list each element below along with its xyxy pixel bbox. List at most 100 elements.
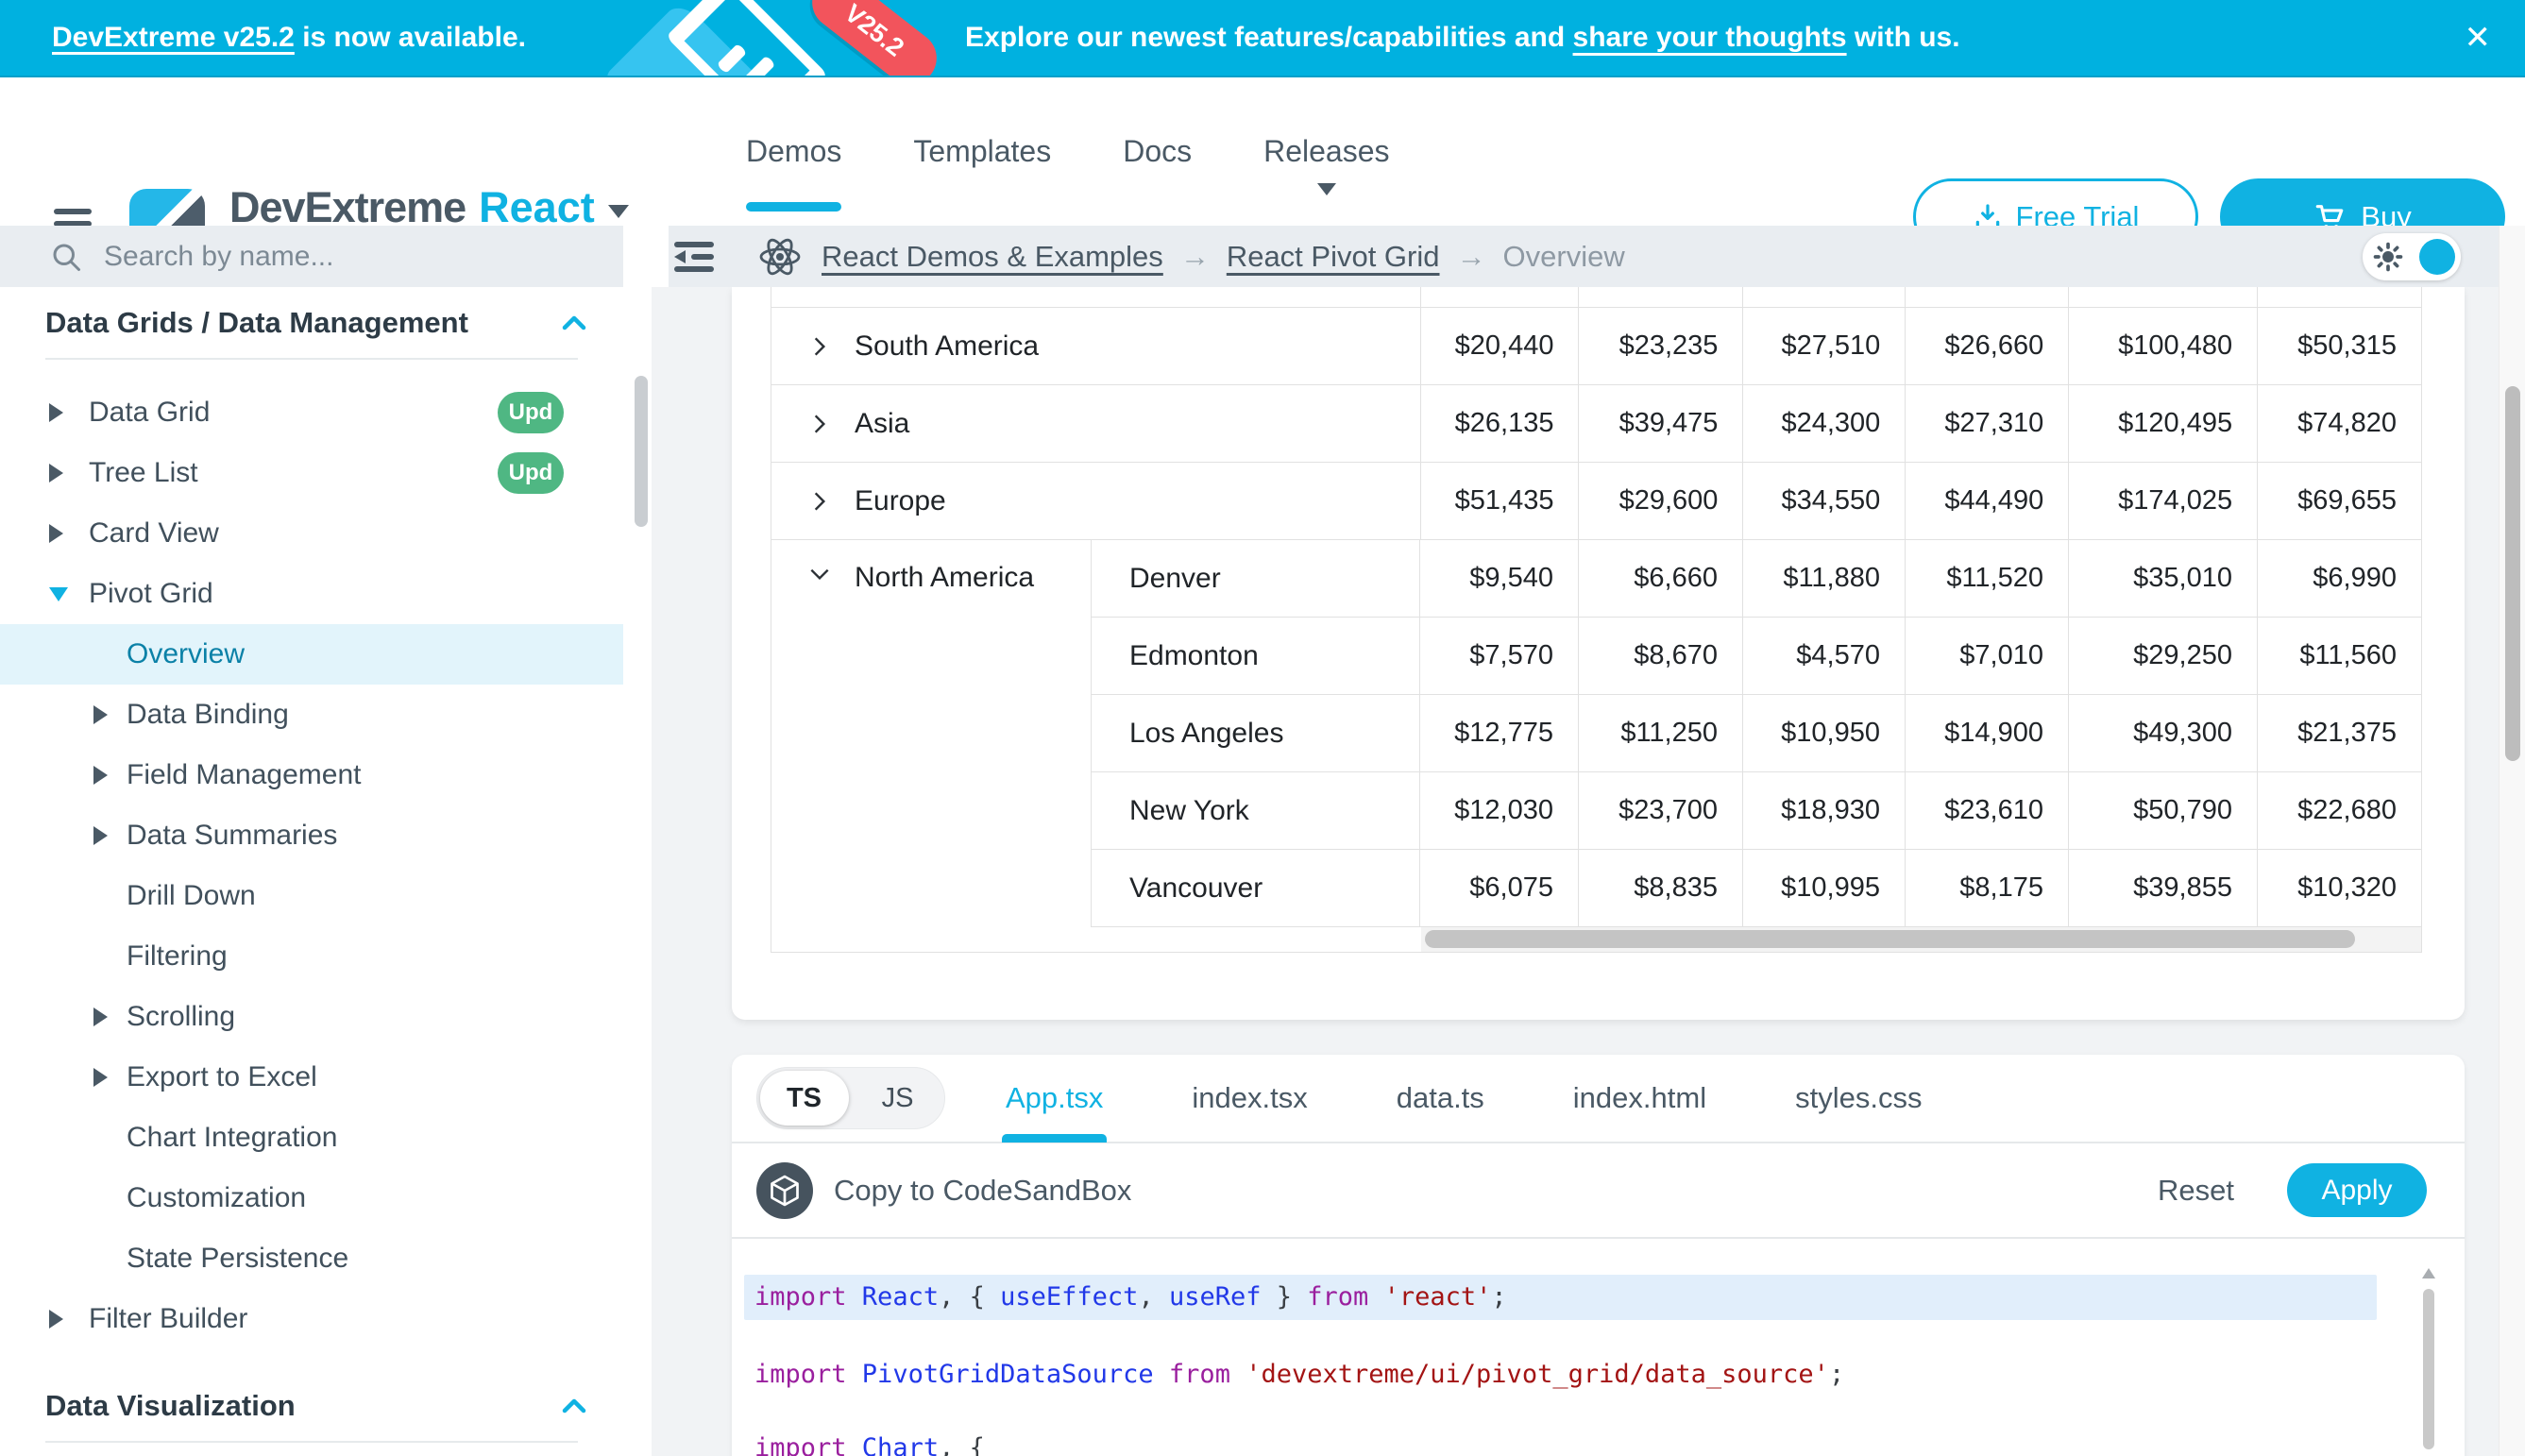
city-label-cell[interactable]: New York [1092, 772, 1420, 850]
pivot-cell: $100,480 [2069, 308, 2258, 385]
horizontal-scrollbar-thumb[interactable] [1425, 930, 2355, 948]
language-toggle[interactable]: TS JS [756, 1067, 945, 1129]
file-tabs: App.tsx index.tsx data.ts index.html sty… [1002, 1055, 1925, 1143]
breadcrumb-demos-link[interactable]: React Demos & Examples [822, 240, 1163, 274]
tab-app-tsx[interactable]: App.tsx [1002, 1055, 1107, 1143]
row-expand-cell[interactable]: Asia [771, 385, 1421, 463]
apply-button[interactable]: Apply [2287, 1163, 2427, 1217]
theme-toggle[interactable] [2363, 233, 2461, 280]
pivot-cell: $44,490 [1906, 463, 2069, 540]
breadcrumb-pivot-grid-link[interactable]: React Pivot Grid [1227, 240, 1440, 274]
scrollbar-spacer [771, 927, 1421, 953]
version-pill: V25.2 [802, 0, 947, 77]
chevron-up-icon [561, 314, 587, 331]
pivot-cell: $120,495 [2069, 385, 2258, 463]
pivot-cell: $8,835 [1579, 850, 1743, 927]
code-scrollbar-thumb[interactable] [2423, 1289, 2434, 1449]
copy-to-codesandbox-label[interactable]: Copy to CodeSandBox [834, 1174, 1131, 1208]
share-thoughts-link[interactable]: share your thoughts [1573, 22, 1847, 54]
sidebar-item-label: Field Management [127, 759, 361, 791]
row-expand-cell[interactable]: South America [771, 308, 1421, 385]
nav-releases[interactable]: Releases [1263, 77, 1389, 226]
sidebar-list: Data Grid Upd Tree List Upd Card View Pi… [0, 382, 652, 1349]
tab-label: data.ts [1397, 1081, 1484, 1115]
code-line-highlighted: import React, { useEffect, useRef } from… [744, 1275, 2377, 1320]
sidebar-item-data-summaries[interactable]: Data Summaries [0, 805, 623, 866]
sidebar-item-label: Filter Builder [89, 1303, 247, 1335]
code-token: from [1307, 1282, 1368, 1312]
nav-demos[interactable]: Demos [746, 77, 841, 226]
promo-banner: DevExtreme v25.2 is now available. V25.2… [0, 0, 2525, 77]
collapse-sidebar-icon[interactable] [672, 238, 716, 276]
devextreme-version-badge-art: V25.2 [584, 0, 961, 77]
sidebar-section-data-grids[interactable]: Data Grids / Data Management [0, 287, 652, 358]
row-collapse-cell[interactable]: North America [771, 540, 1092, 927]
sidebar-item-card-view[interactable]: Card View [0, 503, 623, 564]
expand-chevron-right-icon [807, 412, 832, 436]
platform-dropdown-caret-icon[interactable] [608, 205, 629, 218]
code-scrollbar-up-arrow-icon[interactable] [2422, 1268, 2435, 1278]
sidebar-item-label: Data Summaries [127, 820, 337, 852]
chevron-right-icon [49, 464, 63, 483]
active-nav-indicator [746, 202, 841, 212]
code-token: React [847, 1282, 940, 1312]
sidebar-item-overview[interactable]: Overview [0, 624, 623, 685]
breadcrumb-arrow: → [1457, 240, 1486, 274]
horizontal-scrollbar-track[interactable] [1421, 927, 2422, 953]
sidebar-item-filtering[interactable]: Filtering [0, 926, 623, 987]
sidebar-item-chart-integration[interactable]: Chart Integration [0, 1108, 623, 1168]
sidebar-item-state-persistence[interactable]: State Persistence [0, 1228, 623, 1289]
toggle-option-ts[interactable]: TS [757, 1068, 851, 1128]
tab-index-tsx[interactable]: index.tsx [1188, 1055, 1311, 1143]
table-row-south-america: South America $20,440 $23,235 $27,510 $2… [771, 308, 2422, 385]
banner-close-icon[interactable]: ✕ [2465, 0, 2492, 76]
city-label-cell[interactable]: Denver [1092, 540, 1420, 618]
sidebar-section-data-visualization[interactable]: Data Visualization [0, 1370, 652, 1441]
pivot-cell: $29,250 [2069, 618, 2258, 695]
city-label: Los Angeles [1129, 718, 1283, 750]
pivot-cell: $24,300 [1743, 385, 1906, 463]
sidebar-item-filter-builder[interactable]: Filter Builder [0, 1289, 623, 1349]
search-input[interactable] [104, 241, 623, 273]
chevron-down-icon [49, 587, 68, 601]
page-scrollbar-track[interactable] [2499, 226, 2525, 1456]
sidebar-item-pivot-grid[interactable]: Pivot Grid [0, 564, 623, 624]
city-label-cell[interactable]: Los Angeles [1092, 695, 1420, 772]
breadcrumb-arrow: → [1180, 240, 1210, 274]
row-expand-cell[interactable]: Europe [771, 463, 1421, 540]
pivot-cell: $4,570 [1743, 618, 1906, 695]
sidebar-scrollbar-thumb[interactable] [635, 376, 648, 527]
sidebar-item-data-grid[interactable]: Data Grid Upd [0, 382, 623, 443]
banner-message-pre: Explore our newest features/capabilities… [965, 22, 1573, 54]
codesandbox-icon[interactable] [756, 1162, 813, 1219]
nav-templates[interactable]: Templates [913, 77, 1051, 226]
sidebar-item-drill-down[interactable]: Drill Down [0, 866, 623, 926]
city-label-cell[interactable]: Vancouver [1092, 850, 1420, 927]
chevron-right-icon [93, 826, 108, 845]
tab-index-html[interactable]: index.html [1569, 1055, 1710, 1143]
toggle-option-js[interactable]: JS [851, 1068, 944, 1128]
sidebar-item-field-management[interactable]: Field Management [0, 745, 623, 805]
code-token: , { [939, 1282, 1000, 1312]
nav-docs[interactable]: Docs [1123, 77, 1192, 226]
banner-version-rest: is now available. [295, 22, 526, 54]
sidebar-item-data-binding[interactable]: Data Binding [0, 685, 623, 745]
sidebar-item-customization[interactable]: Customization [0, 1168, 623, 1228]
reset-button[interactable]: Reset [2158, 1174, 2234, 1208]
section-label: Data Grids / Data Management [45, 306, 468, 340]
sidebar-item-tree-list[interactable]: Tree List Upd [0, 443, 623, 503]
code-token: , [1138, 1282, 1169, 1312]
sidebar-item-export-to-excel[interactable]: Export to Excel [0, 1047, 623, 1108]
pivot-cell: $6,075 [1420, 850, 1579, 927]
pivot-cell: $11,250 [1579, 695, 1743, 772]
sidebar-item-scrolling[interactable]: Scrolling [0, 987, 623, 1047]
version-link[interactable]: DevExtreme v25.2 [52, 22, 295, 54]
pivot-cell: $29,600 [1579, 463, 1743, 540]
tab-label: App.tsx [1006, 1081, 1103, 1115]
page-scrollbar-thumb[interactable] [2505, 386, 2520, 761]
tab-data-ts[interactable]: data.ts [1393, 1055, 1488, 1143]
tab-styles-css[interactable]: styles.css [1791, 1055, 1925, 1143]
city-label-cell[interactable]: Edmonton [1092, 618, 1420, 695]
divider [45, 358, 578, 360]
code-token: ; [1829, 1360, 1844, 1389]
